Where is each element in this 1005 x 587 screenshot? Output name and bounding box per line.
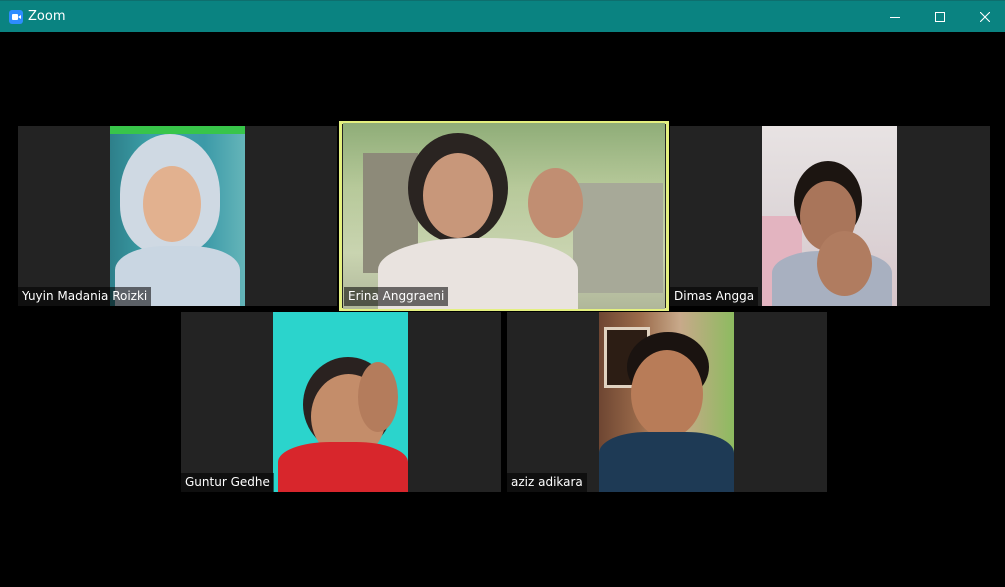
participant-name: aziz adikara bbox=[507, 473, 587, 492]
participant-name: Yuyin Madania Roizki bbox=[18, 287, 152, 306]
close-button[interactable] bbox=[962, 1, 1005, 33]
window-title: Zoom bbox=[28, 9, 66, 24]
video-tile-guntur[interactable]: Guntur Gedhe bbox=[181, 312, 501, 492]
video-tile-dimas[interactable]: Dimas Angga bbox=[670, 126, 990, 306]
participant-name: Dimas Angga bbox=[670, 287, 759, 306]
video-tile-aziz[interactable]: aziz adikara bbox=[507, 312, 827, 492]
participant-video bbox=[599, 312, 734, 492]
maximize-icon bbox=[935, 12, 945, 22]
minimize-icon bbox=[890, 17, 900, 18]
participant-video bbox=[110, 126, 245, 306]
participant-name: Guntur Gedhe bbox=[181, 473, 274, 492]
participant-video bbox=[343, 123, 665, 309]
title-bar: Zoom bbox=[0, 0, 1005, 32]
video-tile-erina[interactable]: Erina Anggraeni bbox=[339, 121, 669, 311]
close-icon bbox=[980, 12, 990, 22]
participant-name: Erina Anggraeni bbox=[344, 287, 449, 306]
video-tile-yuyin[interactable]: Yuyin Madania Roizki bbox=[18, 126, 337, 306]
zoom-video-icon bbox=[9, 10, 23, 24]
participant-video bbox=[762, 126, 897, 306]
minimize-button[interactable] bbox=[872, 1, 918, 33]
maximize-button[interactable] bbox=[917, 1, 963, 33]
participant-video bbox=[273, 312, 408, 492]
